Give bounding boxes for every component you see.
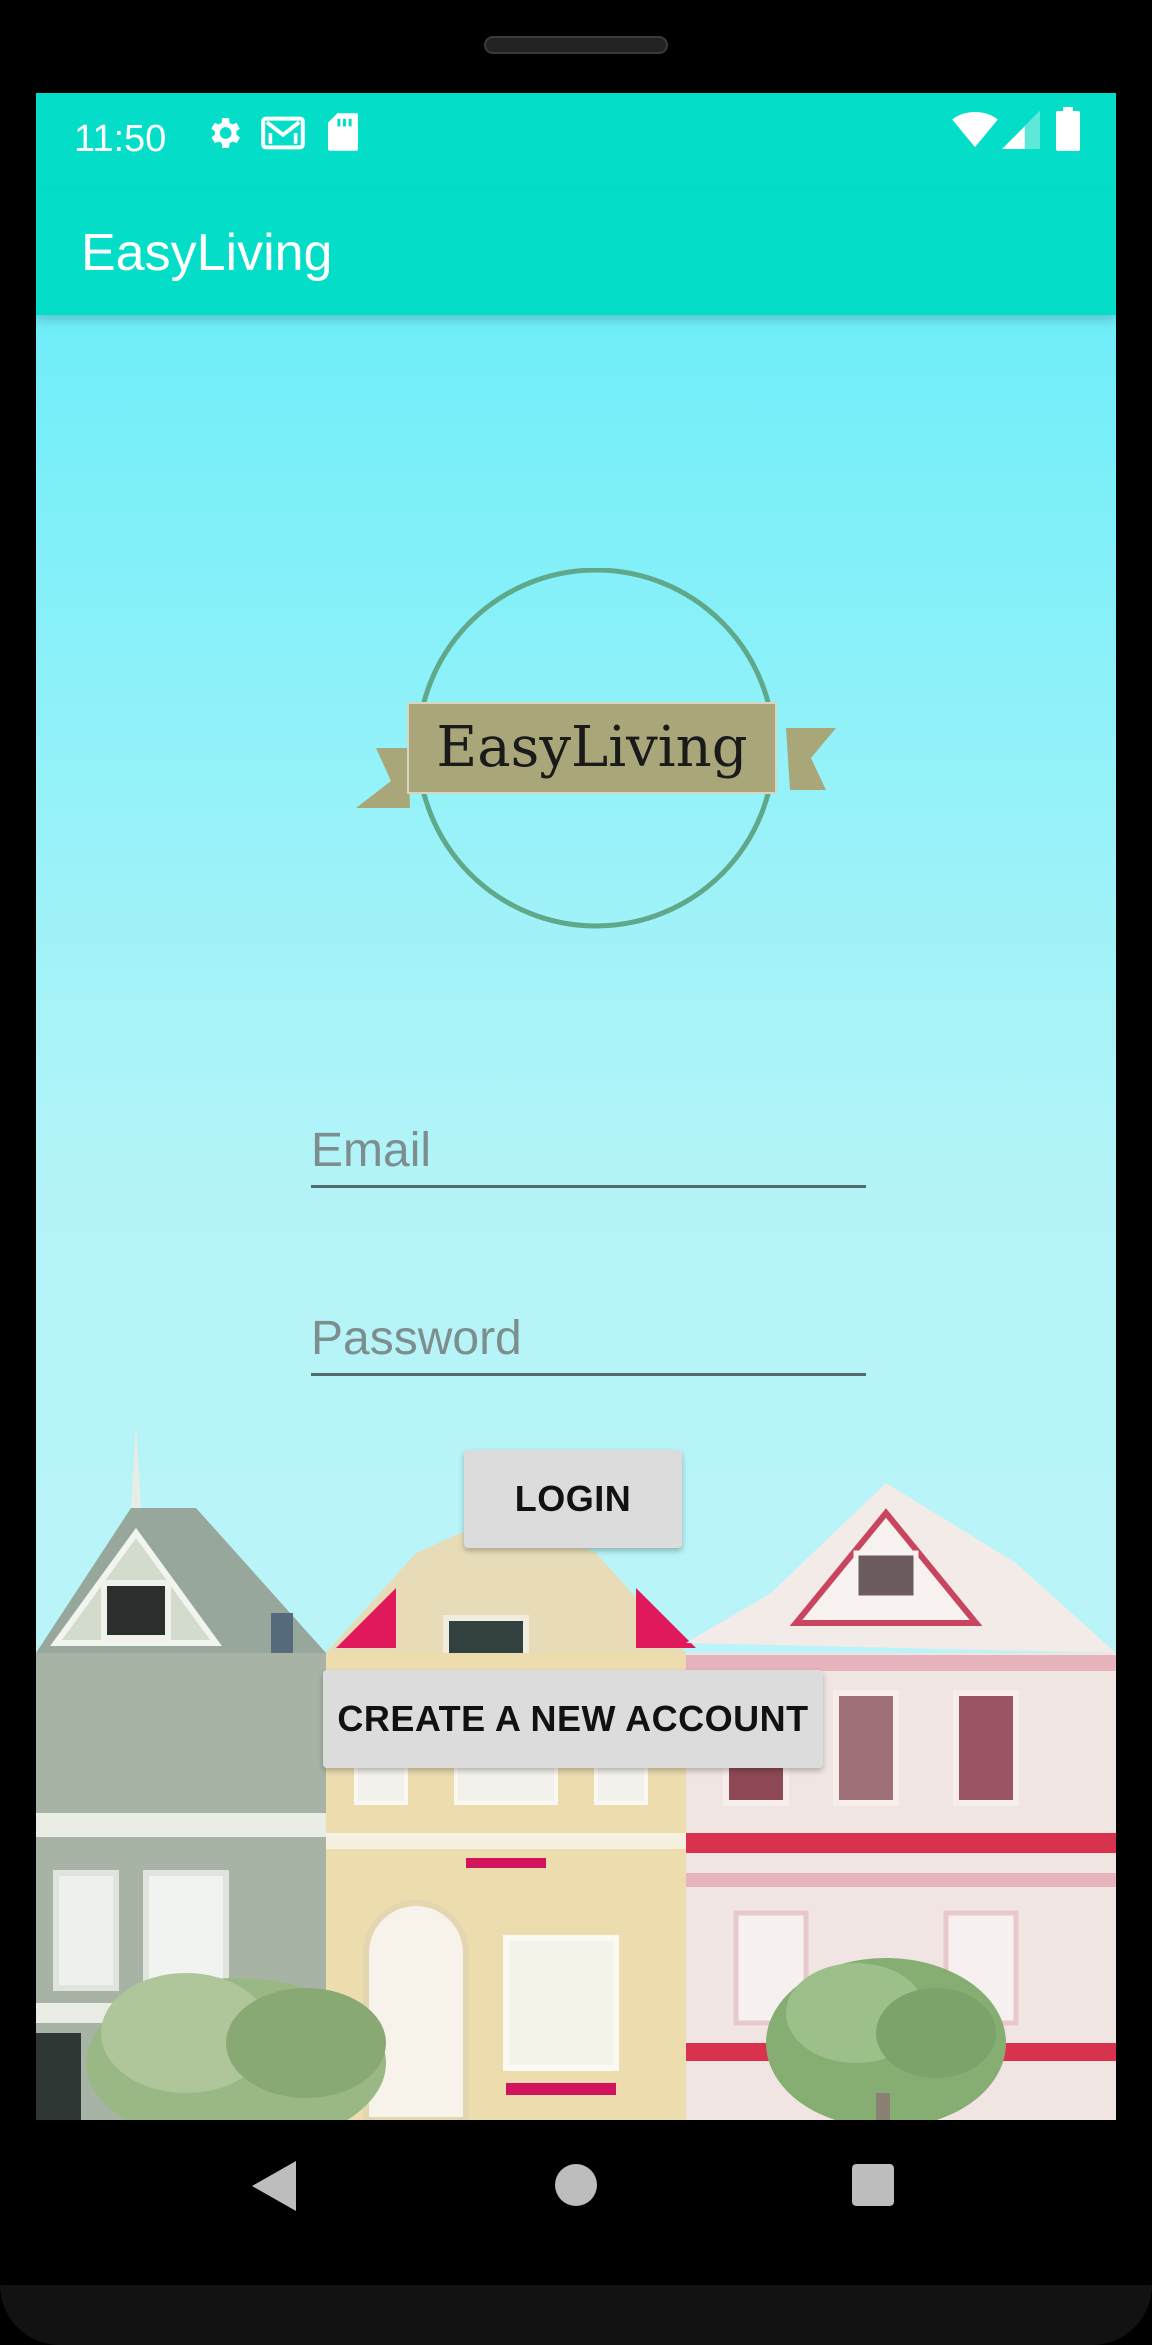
status-time: 11:50 [74, 118, 167, 160]
email-field[interactable] [311, 1115, 866, 1188]
speaker-grille [484, 36, 668, 54]
app-bar: EasyLiving [36, 189, 1116, 315]
password-input[interactable] [311, 1303, 866, 1373]
login-button[interactable]: LOGIN [464, 1450, 682, 1548]
phone-frame: 11:50 EasyLiving EasyLiving Email LOGIN … [0, 0, 1152, 2345]
app-screen: 11:50 EasyLiving EasyLiving Email LOGIN … [36, 93, 1116, 2120]
logo-text: EasyLiving [436, 715, 747, 780]
create-account-button-label: CREATE A NEW ACCOUNT [337, 1698, 809, 1739]
login-button-label: LOGIN [514, 1478, 632, 1519]
status-bar: 11:50 [36, 93, 1116, 189]
sd-card-icon [328, 113, 358, 156]
cell-signal-icon [1002, 111, 1040, 154]
password-field[interactable] [311, 1303, 866, 1376]
home-icon[interactable] [555, 2164, 597, 2211]
wifi-icon [952, 111, 998, 154]
gmail-icon [261, 115, 305, 156]
back-icon[interactable] [252, 2161, 296, 2216]
create-account-button[interactable]: CREATE A NEW ACCOUNT [323, 1670, 823, 1768]
settings-icon [204, 113, 244, 158]
app-title: EasyLiving [81, 224, 333, 282]
recents-icon[interactable] [852, 2164, 894, 2211]
email-input[interactable] [311, 1115, 866, 1185]
battery-icon [1056, 107, 1080, 156]
navigation-bar [0, 2120, 1152, 2285]
easyliving-logo: EasyLiving [356, 568, 836, 929]
